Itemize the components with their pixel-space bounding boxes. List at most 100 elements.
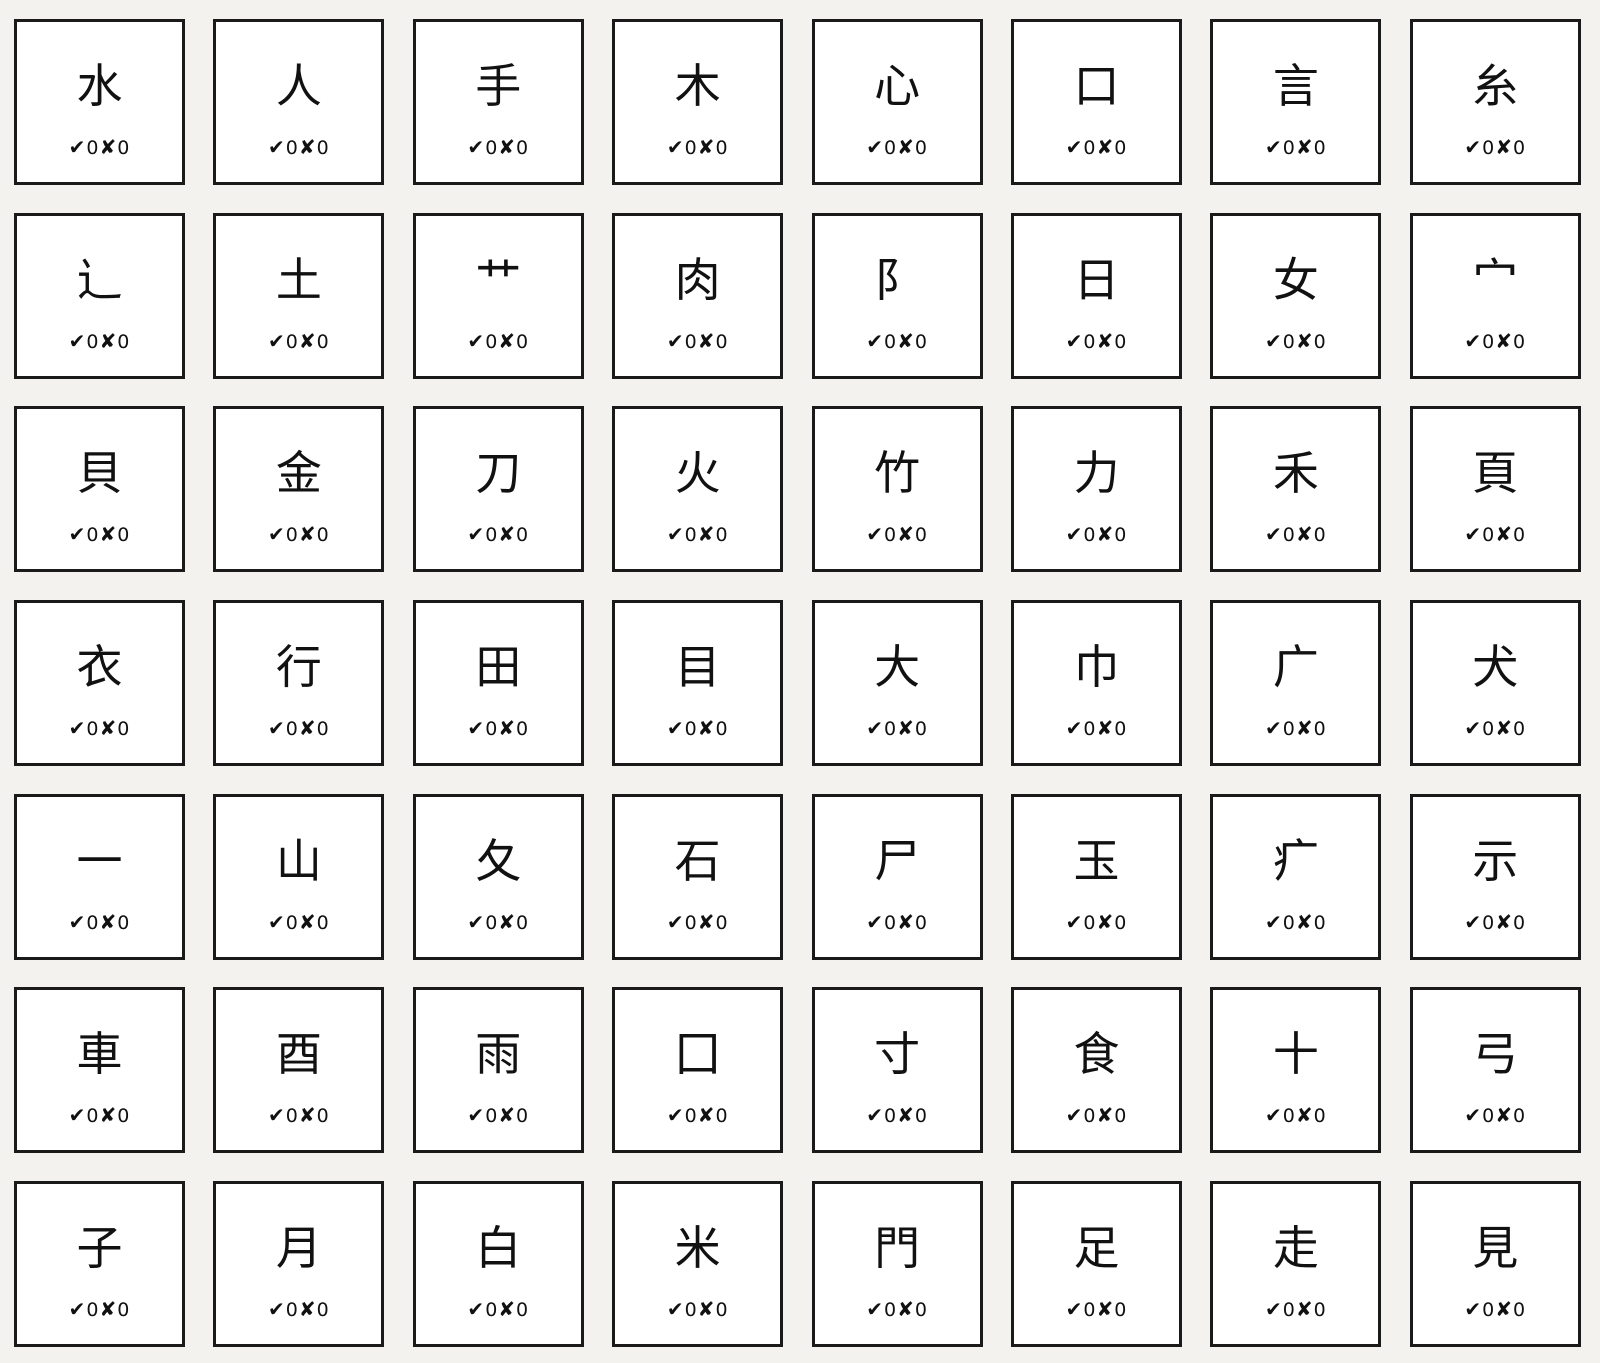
radical-character: 一	[76, 833, 123, 888]
radical-card[interactable]: 田 ✔0✘0	[412, 600, 584, 767]
cross-icon: ✘	[697, 328, 715, 353]
radical-character: 足	[1073, 1221, 1120, 1276]
cross-icon: ✘	[99, 716, 117, 741]
radical-card[interactable]: 一 ✔0✘0	[14, 793, 185, 960]
correct-count: 0	[86, 1299, 99, 1322]
radical-card[interactable]: 日 ✔0✘0	[1010, 212, 1182, 379]
check-icon: ✔	[1264, 716, 1282, 741]
check-icon: ✔	[467, 522, 485, 547]
radical-card[interactable]: 竹 ✔0✘0	[811, 406, 983, 573]
radical-card[interactable]: 子 ✔0✘0	[14, 1181, 185, 1348]
wrong-count: 0	[516, 1105, 529, 1128]
radical-card[interactable]: 巾 ✔0✘0	[1010, 600, 1182, 767]
radical-card[interactable]: 足 ✔0✘0	[1010, 1181, 1182, 1348]
radical-card[interactable]: 木 ✔0✘0	[612, 19, 784, 185]
radical-card[interactable]: 目 ✔0✘0	[612, 600, 784, 767]
radical-card[interactable]: 女 ✔0✘0	[1210, 212, 1382, 379]
radical-card[interactable]: 見 ✔0✘0	[1409, 1181, 1581, 1348]
radical-card[interactable]: 金 ✔0✘0	[213, 406, 385, 573]
radical-card[interactable]: 土 ✔0✘0	[213, 212, 385, 379]
radical-character: 玉	[1073, 833, 1120, 888]
radical-card[interactable]: 頁 ✔0✘0	[1409, 406, 1581, 573]
score-counter: ✔0✘0	[1413, 1297, 1578, 1322]
radical-card[interactable]: 口 ✔0✘0	[1010, 19, 1182, 185]
radical-card[interactable]: 十 ✔0✘0	[1210, 987, 1382, 1154]
radical-card[interactable]: 言 ✔0✘0	[1210, 19, 1382, 185]
score-counter: ✔0✘0	[216, 716, 381, 741]
radical-card[interactable]: 山 ✔0✘0	[213, 793, 385, 960]
radical-character: 山	[275, 833, 322, 888]
radical-card[interactable]: 衣 ✔0✘0	[14, 600, 185, 767]
score-counter: ✔0✘0	[17, 522, 182, 547]
radical-card[interactable]: 大 ✔0✘0	[811, 600, 983, 767]
correct-count: 0	[1482, 137, 1495, 159]
wrong-count: 0	[316, 718, 329, 741]
radical-card[interactable]: 心 ✔0✘0	[811, 19, 983, 185]
radical-card[interactable]: 阝 ✔0✘0	[811, 212, 983, 379]
radical-card[interactable]: 雨 ✔0✘0	[412, 987, 584, 1154]
radical-card[interactable]: 走 ✔0✘0	[1210, 1181, 1382, 1348]
score-counter: ✔0✘0	[17, 910, 182, 935]
radical-card[interactable]: 月 ✔0✘0	[213, 1181, 385, 1348]
check-icon: ✔	[1264, 328, 1282, 353]
radical-card[interactable]: 門 ✔0✘0	[811, 1181, 983, 1348]
radical-character: 糸	[1472, 59, 1519, 113]
score-counter: ✔0✘0	[615, 1103, 780, 1128]
radical-card[interactable]: 食 ✔0✘0	[1010, 987, 1182, 1154]
cross-icon: ✘	[99, 135, 117, 159]
check-icon: ✔	[1464, 328, 1482, 353]
radical-character: 車	[76, 1027, 123, 1082]
radical-card[interactable]: 寸 ✔0✘0	[811, 987, 983, 1154]
radical-card[interactable]: 力 ✔0✘0	[1010, 406, 1182, 573]
radical-character: 广	[1272, 640, 1319, 695]
radical-card[interactable]: 行 ✔0✘0	[213, 600, 385, 767]
radical-card[interactable]: 示 ✔0✘0	[1409, 793, 1581, 960]
radical-card[interactable]: 囗 ✔0✘0	[612, 987, 784, 1154]
radical-card[interactable]: 人 ✔0✘0	[213, 19, 385, 185]
check-icon: ✔	[467, 909, 485, 934]
radical-card[interactable]: 水 ✔0✘0	[14, 19, 185, 185]
radical-card[interactable]: 酉 ✔0✘0	[213, 987, 385, 1154]
radical-card[interactable]: 刀 ✔0✘0	[412, 406, 584, 573]
cross-icon: ✘	[897, 522, 914, 547]
radical-card[interactable]: 宀 ✔0✘0	[1409, 212, 1581, 379]
wrong-count: 0	[914, 911, 927, 934]
radical-card[interactable]: 犬 ✔0✘0	[1409, 600, 1581, 767]
check-icon: ✔	[866, 1103, 883, 1128]
radical-card[interactable]: 广 ✔0✘0	[1210, 600, 1382, 767]
radical-card[interactable]: 貝 ✔0✘0	[14, 406, 185, 573]
radical-card[interactable]: 米 ✔0✘0	[612, 1181, 784, 1348]
correct-count: 0	[485, 524, 498, 547]
wrong-count: 0	[914, 524, 927, 547]
radical-card[interactable]: 糸 ✔0✘0	[1409, 19, 1581, 185]
radical-card[interactable]: 弓 ✔0✘0	[1409, 987, 1581, 1154]
radical-card[interactable]: 石 ✔0✘0	[612, 793, 784, 960]
wrong-count: 0	[1114, 1105, 1127, 1128]
radical-card[interactable]: 白 ✔0✘0	[412, 1181, 584, 1348]
cross-icon: ✘	[1096, 716, 1114, 741]
correct-count: 0	[883, 524, 897, 547]
check-icon: ✔	[1065, 522, 1083, 547]
wrong-count: 0	[1313, 718, 1326, 741]
check-icon: ✔	[666, 328, 684, 353]
radical-card[interactable]: 夂 ✔0✘0	[412, 793, 584, 960]
cross-icon: ✘	[498, 328, 516, 353]
score-counter: ✔0✘0	[1213, 329, 1378, 354]
wrong-count: 0	[1313, 1105, 1326, 1128]
radical-card[interactable]: 火 ✔0✘0	[612, 406, 784, 573]
radical-card[interactable]: 手 ✔0✘0	[412, 19, 584, 185]
radical-card[interactable]: 禾 ✔0✘0	[1210, 406, 1382, 573]
radical-card[interactable]: 辶 ✔0✘0	[14, 212, 185, 379]
score-counter: ✔0✘0	[815, 910, 980, 935]
wrong-count: 0	[1513, 524, 1526, 547]
score-counter: ✔0✘0	[815, 135, 980, 160]
radical-card[interactable]: 玉 ✔0✘0	[1010, 793, 1182, 960]
radical-card[interactable]: 疒 ✔0✘0	[1210, 793, 1382, 960]
radical-card[interactable]: 車 ✔0✘0	[14, 987, 185, 1154]
radical-card[interactable]: 肉 ✔0✘0	[612, 212, 784, 379]
correct-count: 0	[86, 137, 99, 159]
radical-card[interactable]: 尸 ✔0✘0	[811, 793, 983, 960]
cross-icon: ✘	[1495, 716, 1512, 741]
wrong-count: 0	[1513, 718, 1526, 741]
radical-card[interactable]: 艹 ✔0✘0	[412, 212, 584, 379]
